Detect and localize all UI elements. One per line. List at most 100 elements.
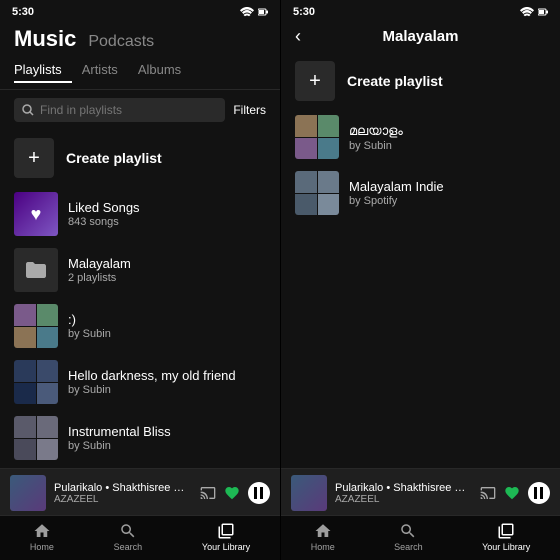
heart-icon-right[interactable]	[504, 485, 520, 501]
list-item[interactable]: ♥ Liked Songs 843 songs	[0, 186, 280, 242]
nav-home-label: Home	[30, 542, 54, 552]
item-title: Instrumental Bliss	[68, 424, 266, 439]
heart-icon[interactable]	[224, 485, 240, 501]
np-controls-left	[200, 482, 270, 504]
playlist-list: ♥ Liked Songs 843 songs Malayalam 2 play…	[0, 186, 280, 468]
search-row: Filters	[0, 90, 280, 130]
plus-icon: +	[14, 138, 54, 178]
status-icons-left	[240, 7, 268, 17]
search-input[interactable]	[40, 103, 217, 117]
battery-icon-right	[538, 7, 548, 17]
cast-icon[interactable]	[200, 485, 216, 501]
now-playing-bar-right[interactable]: Pularikalo • Shakthisree Gopalan AZAZEEL	[281, 468, 560, 515]
instrumental-thumb	[14, 416, 58, 460]
create-playlist-label-right: Create playlist	[347, 73, 443, 89]
np-sub-left: AZAZEEL	[54, 494, 192, 505]
podcasts-label[interactable]: Podcasts	[88, 33, 154, 51]
bottom-nav-left: Home Search Your Library	[0, 515, 280, 560]
item-sub: 2 playlists	[68, 272, 266, 284]
bottom-nav-right: Home Search Your Library	[281, 515, 560, 560]
pause-icon-right	[534, 487, 544, 499]
wifi-icon-right	[520, 7, 534, 17]
nav-search-label-right: Search	[394, 542, 423, 552]
item-sub: by Subin	[68, 440, 266, 452]
right-header: ‹ Malayalam	[281, 22, 560, 53]
list-item[interactable]: Instrumental Bliss by Subin	[0, 410, 280, 466]
item-sub: by Subin	[349, 140, 546, 152]
status-bar-right: 5:30	[281, 0, 560, 22]
home-icon	[33, 522, 51, 540]
status-bar-left: 5:30	[0, 0, 280, 22]
list-item[interactable]: Hello darkness, my old friend by Subin	[0, 354, 280, 410]
back-button[interactable]: ‹	[295, 26, 301, 47]
tab-playlists[interactable]: Playlists	[14, 60, 72, 83]
tabs-row: Playlists Artists Albums	[0, 58, 280, 90]
item-sub: by Subin	[68, 328, 266, 340]
hello-darkness-thumb	[14, 360, 58, 404]
np-title-left: Pularikalo • Shakthisree Gopalan	[54, 482, 192, 494]
pause-button-right[interactable]	[528, 482, 550, 504]
item-title: മലയാളം	[349, 123, 546, 139]
folder-thumb	[14, 248, 58, 292]
search-icon	[22, 104, 34, 116]
list-item[interactable]: :) by Subin	[0, 298, 280, 354]
item-sub: by Subin	[68, 384, 266, 396]
library-icon-right	[497, 522, 515, 540]
tab-artists[interactable]: Artists	[72, 60, 128, 83]
search-nav-icon-right	[399, 522, 417, 540]
nav-home-label-right: Home	[311, 542, 335, 552]
np-thumb-right	[291, 475, 327, 511]
nav-library-right[interactable]: Your Library	[482, 522, 530, 552]
spacer	[281, 291, 560, 469]
status-time-right: 5:30	[293, 6, 315, 18]
cast-icon-right[interactable]	[480, 485, 496, 501]
item-sub: by Spotify	[349, 195, 546, 207]
tab-albums[interactable]: Albums	[128, 60, 191, 83]
status-time-left: 5:30	[12, 6, 34, 18]
np-sub-right: AZAZEEL	[335, 494, 472, 505]
now-playing-bar-left[interactable]: Pularikalo • Shakthisree Gopalan AZAZEEL	[0, 468, 280, 515]
list-item[interactable]: മലയാളം by Subin	[281, 109, 560, 165]
wifi-icon	[240, 7, 254, 17]
right-panel-title: Malayalam	[383, 28, 459, 45]
music-label[interactable]: Music	[14, 26, 76, 52]
smiley-thumb	[14, 304, 58, 348]
list-item[interactable]: Malayalam 2 playlists	[0, 242, 280, 298]
filters-button[interactable]: Filters	[233, 103, 266, 117]
nav-home-left[interactable]: Home	[30, 522, 54, 552]
item-title: Hello darkness, my old friend	[68, 368, 266, 383]
malayalam-thumb	[295, 115, 339, 159]
item-title: Liked Songs	[68, 200, 266, 215]
right-playlist-list: മലയാളം by Subin Malayalam Indie by Spoti…	[281, 109, 560, 291]
home-icon-right	[314, 522, 332, 540]
np-title-right: Pularikalo • Shakthisree Gopalan	[335, 482, 472, 494]
left-panel: 5:30 Music Podcasts Playlists Artists Al…	[0, 0, 280, 560]
folder-icon	[26, 262, 46, 278]
create-playlist-row-right[interactable]: + Create playlist	[281, 53, 560, 109]
nav-library-left[interactable]: Your Library	[202, 522, 250, 552]
nav-search-label: Search	[114, 542, 143, 552]
item-title: Malayalam Indie	[349, 179, 546, 194]
pause-button-left[interactable]	[248, 482, 270, 504]
item-title: Malayalam	[68, 256, 266, 271]
item-sub: 843 songs	[68, 216, 266, 228]
right-panel: 5:30 ‹ Malayalam + Create playlist	[280, 0, 560, 560]
nav-home-right[interactable]: Home	[311, 522, 335, 552]
nav-library-label: Your Library	[202, 542, 250, 552]
liked-songs-thumb: ♥	[14, 192, 58, 236]
left-header: Music Podcasts	[0, 22, 280, 58]
plus-icon-right: +	[295, 61, 335, 101]
pause-icon-left	[254, 487, 264, 499]
create-playlist-label: Create playlist	[66, 150, 162, 166]
battery-icon	[258, 7, 268, 17]
nav-search-left[interactable]: Search	[114, 522, 143, 552]
list-item[interactable]: Malayalam Indie by Spotify	[281, 165, 560, 221]
np-controls-right	[480, 482, 550, 504]
search-nav-icon	[119, 522, 137, 540]
nav-search-right[interactable]: Search	[394, 522, 423, 552]
item-title: :)	[68, 312, 266, 327]
malayalam-indie-thumb	[295, 171, 339, 215]
library-icon	[217, 522, 235, 540]
create-playlist-row[interactable]: + Create playlist	[0, 130, 280, 186]
search-wrap[interactable]	[14, 98, 225, 122]
